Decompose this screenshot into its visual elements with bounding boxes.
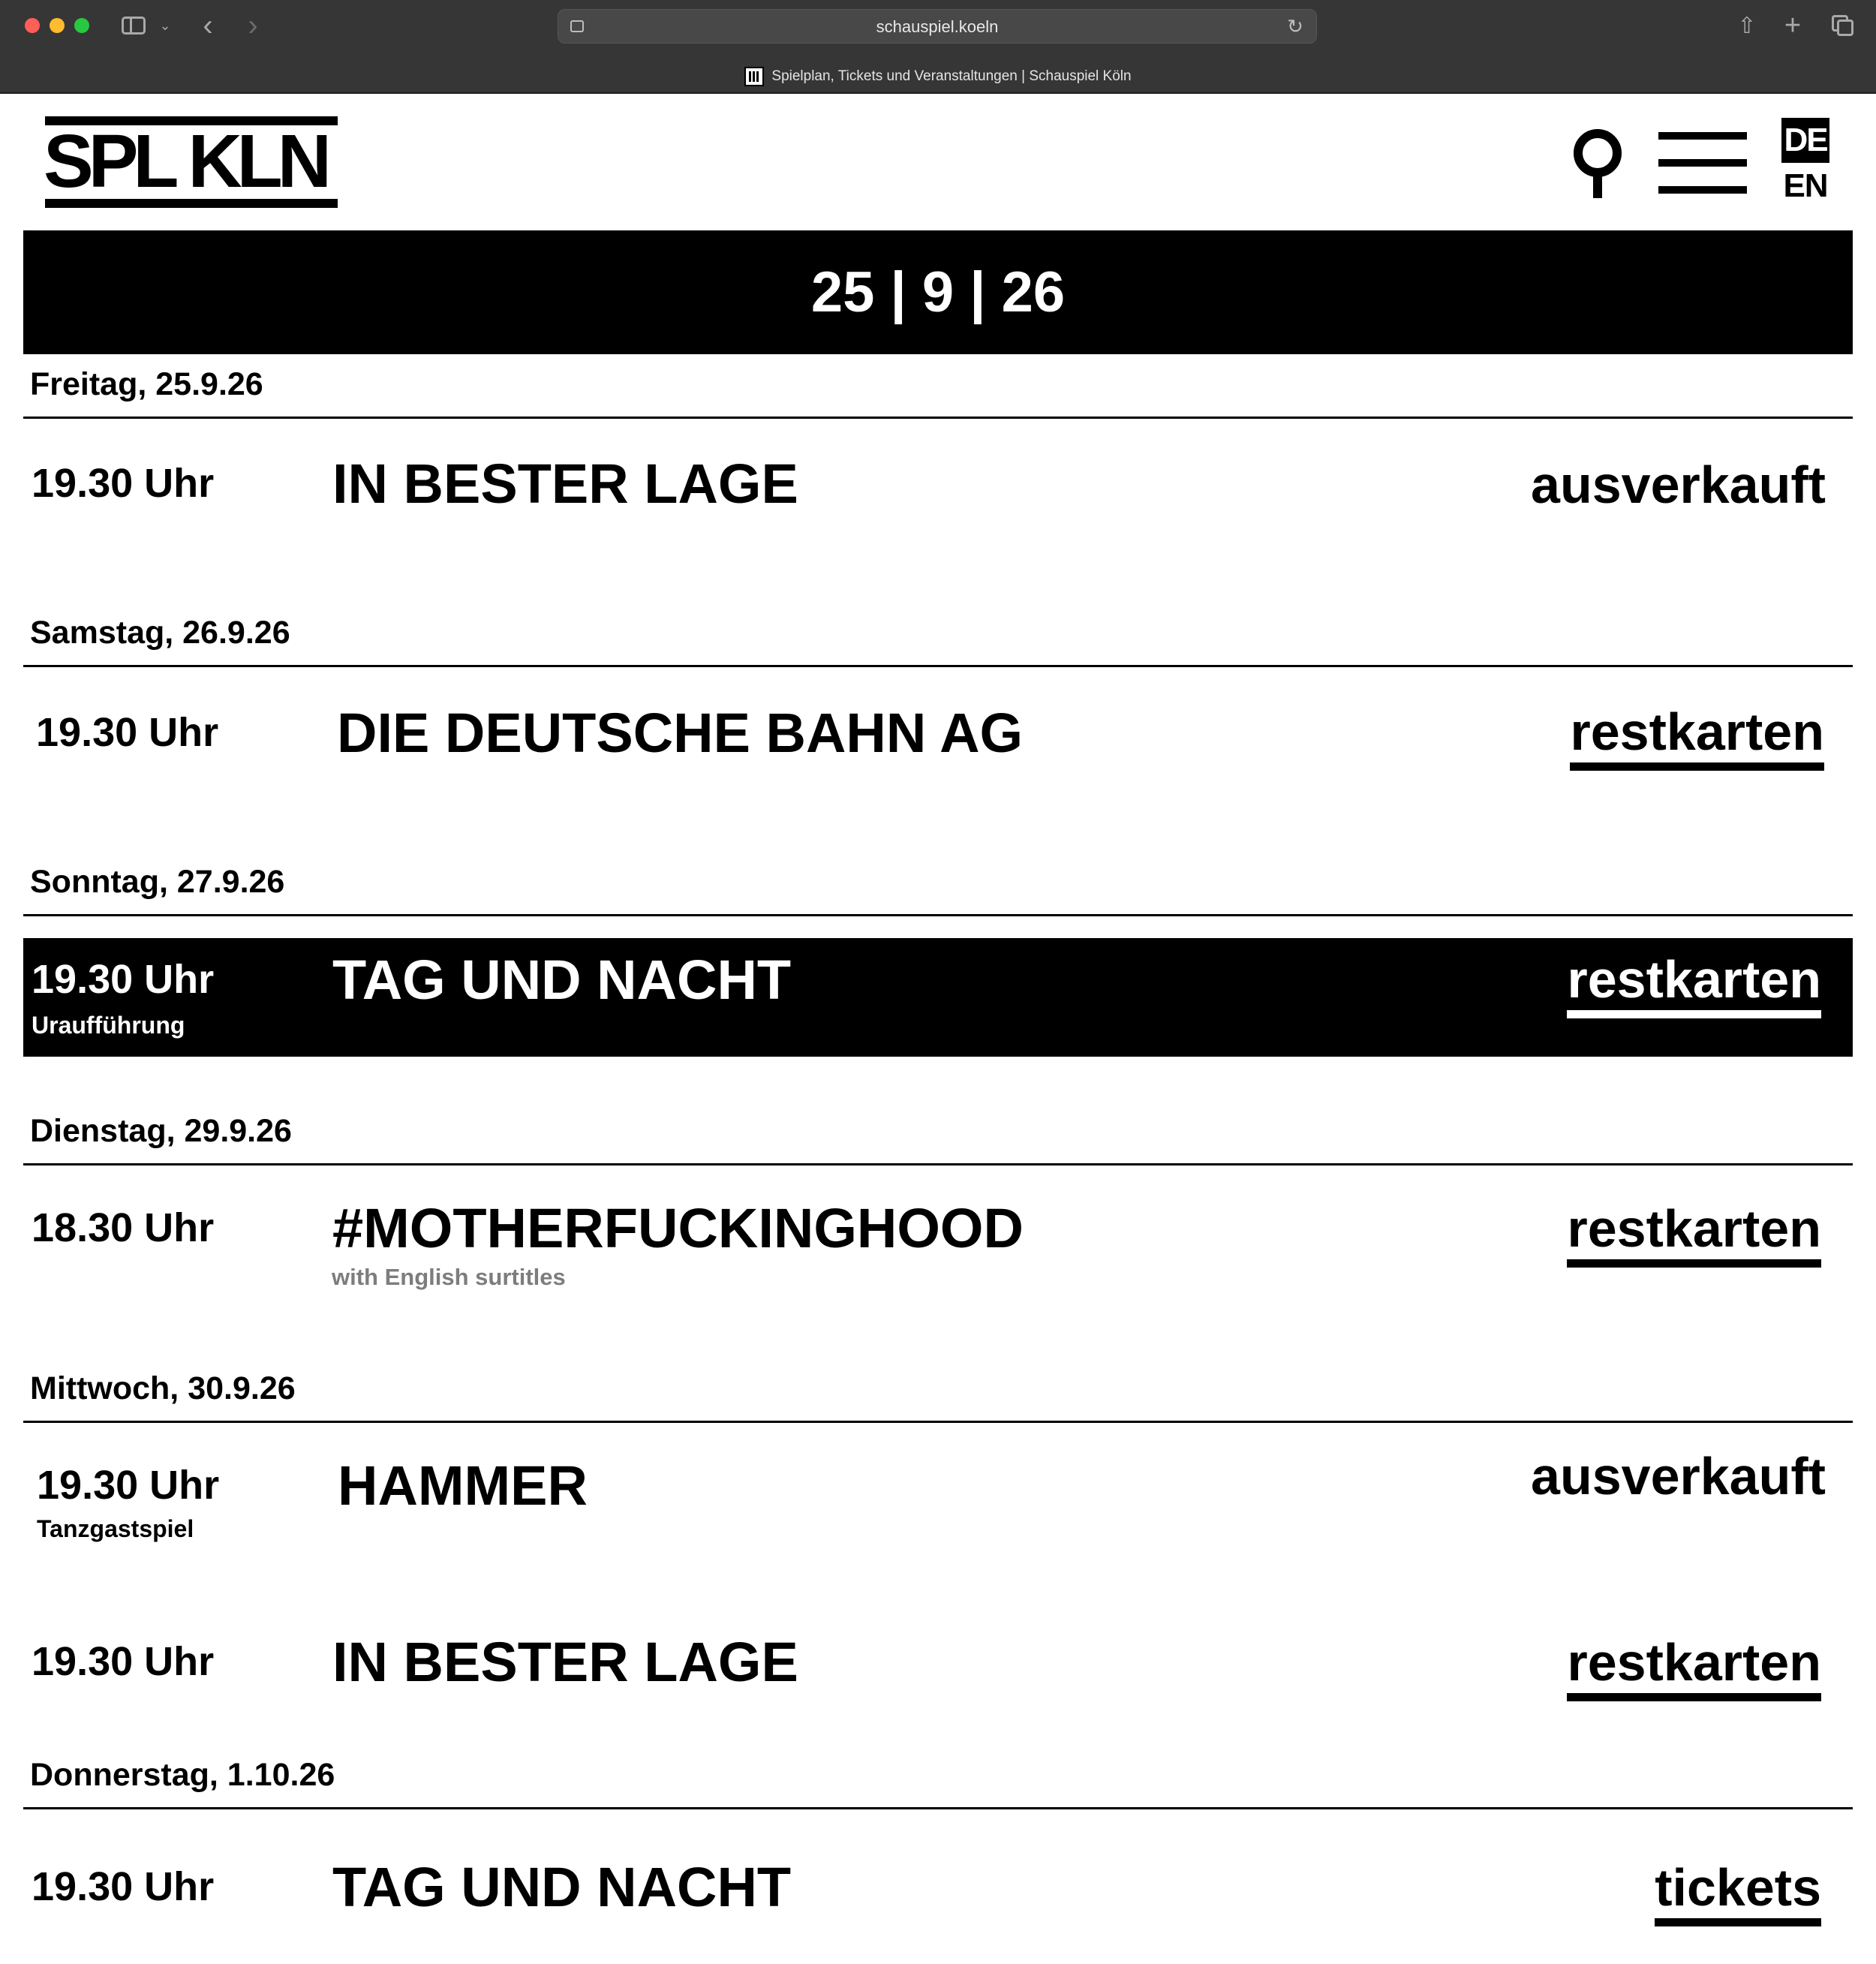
active-tab[interactable]: Spielplan, Tickets und Veranstaltungen |… [0, 60, 1876, 93]
back-icon[interactable]: ‹ [197, 9, 219, 42]
logo-bar-bottom [45, 199, 338, 208]
event-ticket-link[interactable]: restkarten [1567, 1199, 1821, 1268]
event-time: 19.30 Uhr [32, 1639, 215, 1684]
plus-icon[interactable]: + [1780, 10, 1805, 41]
event-time: 19.30 Uhr [37, 1463, 220, 1508]
day-heading: Sonntag, 27.9.26 [30, 864, 285, 900]
url-text[interactable]: schauspiel.koeln [558, 10, 1316, 44]
language-de-button[interactable]: DE [1781, 118, 1829, 163]
day-heading: Samstag, 26.9.26 [30, 615, 290, 651]
zoom-window-button[interactable] [74, 18, 89, 33]
date-range-banner: 25 | 9 | 26 [23, 230, 1853, 354]
forward-icon[interactable]: › [242, 9, 264, 42]
event-subtitle: Uraufführung [32, 1012, 185, 1039]
day-divider [23, 1807, 1853, 1809]
event-status: ausverkauft [1531, 456, 1826, 514]
event-time: 18.30 Uhr [32, 1205, 215, 1250]
event-time: 19.30 Uhr [32, 957, 215, 1002]
event-time: 19.30 Uhr [32, 461, 215, 506]
close-window-button[interactable] [25, 18, 40, 33]
day-divider [23, 1421, 1853, 1423]
tab-title: Spielplan, Tickets und Veranstaltungen |… [771, 68, 1132, 84]
day-heading: Dienstag, 29.9.26 [30, 1113, 292, 1149]
event-title-link[interactable]: IN BESTER LAGE [332, 1630, 798, 1695]
browser-toolbar: ⌄ ‹ › schauspiel.koeln ↻ ⇧ + Spielplan, … [0, 0, 1876, 94]
event-title-link[interactable]: TAG UND NACHT [332, 948, 791, 1012]
event-time: 19.30 Uhr [32, 1864, 215, 1909]
day-heading: Donnerstag, 1.10.26 [30, 1757, 335, 1793]
day-divider [23, 914, 1853, 916]
logo-text: SPL KLN [44, 119, 332, 203]
event-title-link[interactable]: #MOTHERFUCKINGHOOD [332, 1196, 1024, 1261]
event-title-link[interactable]: IN BESTER LAGE [332, 452, 798, 516]
day-divider [23, 417, 1853, 419]
language-en-button[interactable]: EN [1781, 165, 1829, 207]
event-row: 19.30 Uhr TAG UND NACHT tickets [23, 1846, 1853, 1929]
event-ticket-link[interactable]: restkarten [1567, 950, 1821, 1018]
day-heading: Freitag, 25.9.26 [30, 366, 263, 402]
day-heading: Mittwoch, 30.9.26 [30, 1370, 296, 1406]
event-note: with English surtitles [332, 1264, 566, 1290]
event-time: 19.30 Uhr [36, 710, 219, 755]
day-divider [23, 1163, 1853, 1165]
site-logo[interactable]: SPL KLN [44, 116, 338, 208]
event-row: 19.30 Uhr IN BESTER LAGE restkarten [23, 1621, 1853, 1704]
chevron-down-icon[interactable]: ⌄ [156, 11, 174, 41]
reload-icon[interactable]: ↻ [1285, 16, 1306, 37]
event-subtitle: Tanzgastspiel [37, 1515, 194, 1542]
event-title-link[interactable]: HAMMER [338, 1454, 588, 1518]
event-ticket-link[interactable]: tickets [1655, 1858, 1821, 1926]
event-ticket-link[interactable]: restkarten [1567, 1633, 1821, 1701]
minimize-window-button[interactable] [50, 18, 65, 33]
event-row: 19.30 Uhr Tanzgastspiel HAMMER ausverkau… [23, 1445, 1853, 1557]
sidebar-icon[interactable] [120, 11, 147, 41]
address-bar[interactable]: schauspiel.koeln ↻ [558, 9, 1317, 44]
search-icon[interactable] [1572, 129, 1625, 198]
event-title-link[interactable]: DIE DEUTSCHE BAHN AG [337, 701, 1023, 765]
event-row: 19.30 Uhr IN BESTER LAGE ausverkauft [23, 443, 1853, 525]
event-title-link[interactable]: TAG UND NACHT [332, 1855, 791, 1920]
favicon-icon [744, 67, 765, 86]
share-icon[interactable]: ⇧ [1736, 11, 1758, 41]
tabs-overview-icon[interactable] [1829, 11, 1856, 41]
day-divider [23, 665, 1853, 667]
event-row-highlighted: 19.30 Uhr Uraufführung TAG UND NACHT res… [23, 938, 1853, 1057]
menu-icon[interactable] [1658, 132, 1747, 194]
event-row: 19.30 Uhr DIE DEUTSCHE BAHN AG restkarte… [23, 690, 1853, 773]
event-ticket-link[interactable]: restkarten [1570, 702, 1824, 771]
event-row: 18.30 Uhr #MOTHERFUCKINGHOOD with Englis… [23, 1187, 1853, 1307]
event-status: ausverkauft [1531, 1447, 1826, 1505]
